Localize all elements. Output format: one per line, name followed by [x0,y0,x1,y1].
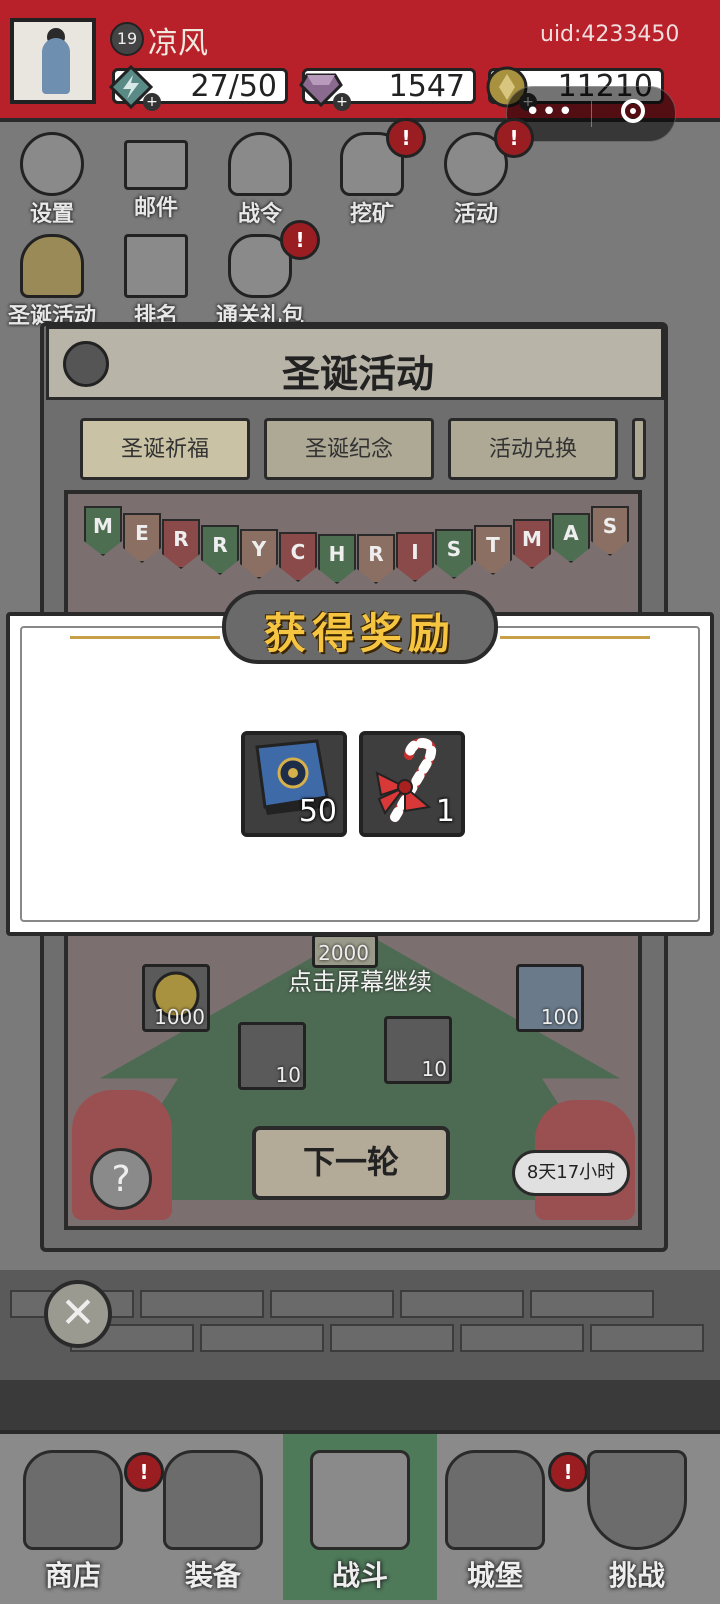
player-uid: uid:4233450 [540,22,680,47]
panel-header: 圣诞活动 [46,326,664,400]
nav-castle[interactable]: 城堡 [430,1440,560,1600]
nav-battle[interactable]: 战斗 [295,1440,425,1600]
nav-label: 城堡 [466,1559,523,1592]
menu-label: 挖矿 [349,202,394,227]
title-ornament-left [70,636,220,639]
nav-label: 商店 [44,1559,101,1592]
brick [140,1290,264,1318]
brick [530,1290,654,1318]
player-name: 凉风 [148,26,208,61]
menu-label: 设置 [29,202,74,227]
tab-event-exchange[interactable]: 活动兑换 [448,418,618,480]
reward-count: 50 [298,794,337,829]
close-miniprogram-icon[interactable] [621,99,645,123]
tab-christmas-memorial[interactable]: 圣诞纪念 [264,418,434,480]
menu-label: 邮件 [133,196,178,221]
mail-icon [124,140,188,190]
brick [330,1324,454,1352]
energy-counter[interactable]: 27/50 + [109,65,288,111]
capsule-divider [591,101,592,127]
reward-title: 获得奖励 [263,609,456,658]
panel-title: 圣诞活动 [281,351,434,396]
energy-value: 27/50 [190,69,277,104]
nav-label: 装备 [184,1559,241,1592]
gems-value: 1547 [388,69,465,104]
brick [460,1324,584,1352]
notification-badge: ! [386,118,426,158]
next-round-button[interactable]: 下一轮 [252,1126,450,1200]
menu-label: 活动 [453,202,498,227]
brick [270,1290,394,1318]
notification-badge: ! [494,118,534,158]
prize-item-stone[interactable]: 10 [384,1016,452,1084]
more-menu-icon[interactable]: ••• [525,97,574,127]
menu-settings[interactable]: 设置 [6,132,98,232]
add-energy-button[interactable]: + [143,93,161,111]
reward-item-candy-cane[interactable]: 1 [359,731,465,837]
castle-icon [445,1450,545,1550]
menu-battle-pass[interactable]: 战令 [214,132,306,232]
shield-icon [587,1450,687,1550]
brick [400,1290,524,1318]
brick [590,1324,704,1352]
help-button[interactable]: ? [90,1148,152,1210]
gems-counter[interactable]: 1547 + [299,68,476,111]
event-timer: 8天17小时 [512,1150,630,1196]
shop-icon [23,1450,123,1550]
nav-challenge[interactable]: 挑战 [572,1440,702,1600]
crossed-swords-icon [310,1450,410,1550]
prize-item-scroll[interactable]: 10 [238,1022,306,1090]
menu-ranking[interactable]: 排名 [110,234,202,334]
nav-label: 挑战 [608,1559,665,1592]
tab-overflow[interactable] [632,418,646,480]
add-gems-button[interactable]: + [333,93,351,111]
menu-mail[interactable]: 邮件 [110,132,202,232]
battle-pass-icon [228,132,292,196]
brick [200,1324,324,1352]
ranking-icon [124,234,188,298]
prize-count: 10 [275,1063,301,1087]
title-ornament-right [500,636,650,639]
avatar[interactable] [10,18,96,104]
reward-count: 1 [435,794,455,829]
menu-christmas-event[interactable]: 圣诞活动 [6,234,98,334]
prize-count: 1000 [154,1005,205,1029]
tab-christmas-blessing[interactable]: 圣诞祈福 [80,418,250,480]
reward-item-book[interactable]: 50 [241,731,347,837]
nav-label: 战斗 [331,1559,388,1592]
avatar-body [42,38,70,94]
notification-badge: ! [280,220,320,260]
player-level-badge: 19 [110,22,144,56]
backpack-icon [163,1450,263,1550]
gear-icon [20,132,84,196]
prize-count: 10 [421,1057,447,1081]
close-panel-button[interactable]: ✕ [44,1280,112,1348]
tap-to-continue-hint[interactable]: 点击屏幕继续 [0,962,720,997]
christmas-bell-icon [20,234,84,298]
nav-shop[interactable]: 商店 [8,1440,138,1600]
prize-count: 100 [540,1005,579,1029]
nav-equipment[interactable]: 装备 [148,1440,278,1600]
